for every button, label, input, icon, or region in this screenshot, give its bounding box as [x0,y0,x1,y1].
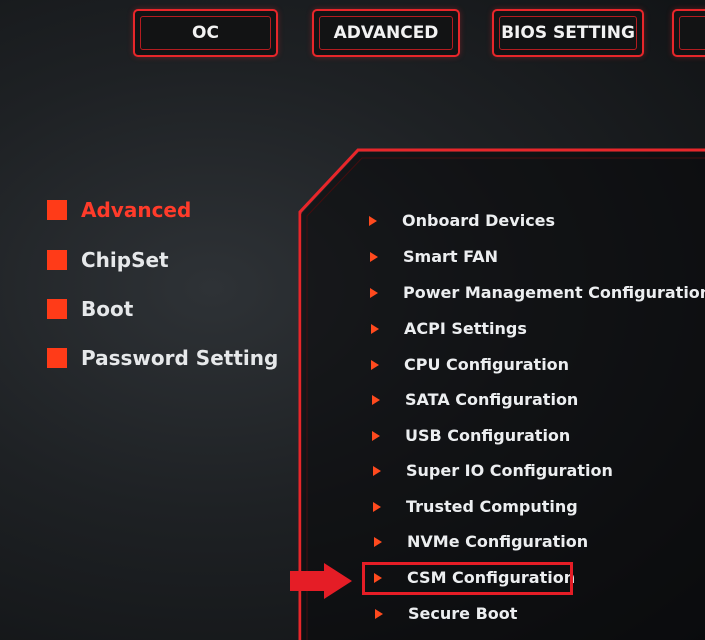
menu-item-label: Power Management Configuration [403,283,705,302]
triangle-right-icon [373,501,381,512]
triangle-right-icon [369,215,377,226]
menu-item-sata-configuration[interactable]: SATA Configuration [372,390,578,409]
sidebar-item-advanced[interactable]: Advanced [47,198,191,222]
menu-item-label: NVMe Configuration [407,532,589,551]
sidebar-item-chipset[interactable]: ChipSet [47,248,169,272]
menu-item-label: CPU Configuration [404,355,570,374]
menu-item-label: USB Configuration [405,426,571,445]
triangle-right-icon [372,394,380,405]
square-icon [47,250,67,270]
menu-item-power-management[interactable]: Power Management Configuration [370,283,705,302]
triangle-right-icon [370,287,378,298]
menu-item-onboard-devices[interactable]: Onboard Devices [369,211,555,230]
menu-item-label: Smart FAN [403,247,498,266]
tab-oc-label: OC [192,23,219,43]
sidebar-item-boot[interactable]: Boot [47,297,133,321]
highlight-box [362,562,573,595]
menu-item-usb-configuration[interactable]: USB Configuration [372,426,570,445]
sidebar-item-label: Password Setting [81,346,279,370]
right-arrow-icon [290,563,352,599]
triangle-right-icon [374,536,382,547]
menu-item-super-io-configuration[interactable]: Super IO Configuration [373,461,613,480]
triangle-right-icon [373,465,381,476]
menu-item-label: Secure Boot [408,604,518,623]
square-icon [47,200,67,220]
triangle-right-icon [370,251,378,262]
sidebar-item-label: Boot [81,297,134,321]
triangle-right-icon [371,359,379,370]
menu-item-trusted-computing[interactable]: Trusted Computing [373,497,578,516]
sidebar-item-password-setting[interactable]: Password Setting [47,346,278,370]
tab-bios-setting-label: BIOS SETTING [501,23,635,43]
menu-item-label: ACPI Settings [404,319,527,338]
sidebar-item-label: Advanced [81,198,192,222]
triangle-right-icon [375,608,383,619]
triangle-right-icon [372,430,380,441]
menu-item-secure-boot[interactable]: Secure Boot [375,604,517,623]
square-icon [47,348,67,368]
menu-item-label: SATA Configuration [405,390,579,409]
menu-item-nvme-configuration[interactable]: NVMe Configuration [374,532,588,551]
menu-item-cpu-configuration[interactable]: CPU Configuration [371,355,569,374]
square-icon [47,299,67,319]
tab-advanced-label: ADVANCED [333,23,439,43]
menu-item-acpi-settings[interactable]: ACPI Settings [371,319,527,338]
menu-item-smart-fan[interactable]: Smart FAN [370,247,498,266]
menu-item-label: Onboard Devices [402,211,556,230]
sidebar-item-label: ChipSet [81,248,169,272]
menu-item-label: Trusted Computing [406,497,578,516]
triangle-right-icon [371,323,379,334]
menu-item-label: Super IO Configuration [406,461,613,480]
